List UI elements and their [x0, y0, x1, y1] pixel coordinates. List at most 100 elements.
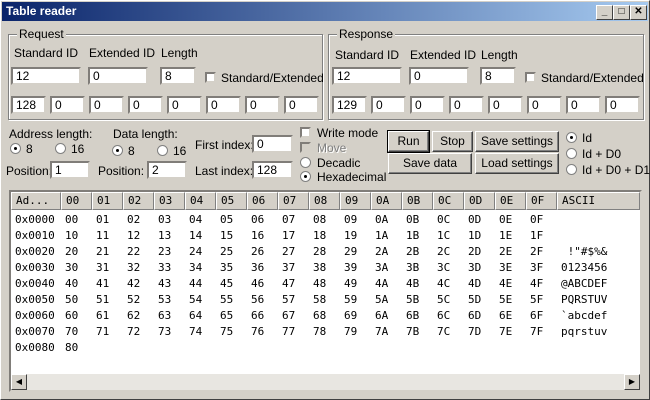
table-cell[interactable]: 07	[278, 212, 295, 228]
row-address-cell[interactable]: 0x0070	[11, 324, 55, 340]
save-settings-button[interactable]: Save settings	[475, 131, 559, 152]
table-cell[interactable]: 55	[216, 292, 233, 308]
column-header-4[interactable]: 03	[154, 192, 185, 210]
table-cell[interactable]: 34	[185, 260, 202, 276]
row-ascii-cell[interactable]: @ABCDEF	[557, 276, 607, 292]
request-byte-7[interactable]: 0	[284, 96, 319, 114]
table-cell[interactable]: 4B	[402, 276, 419, 292]
table-cell[interactable]: 43	[154, 276, 171, 292]
response-standard-id-input[interactable]: 12	[332, 67, 402, 85]
table-cell[interactable]: 5F	[526, 292, 543, 308]
table-cell[interactable]: 35	[216, 260, 233, 276]
table-cell[interactable]: 76	[247, 324, 264, 340]
scroll-left-icon[interactable]: ◀	[11, 374, 27, 390]
response-byte-4[interactable]: 0	[488, 96, 523, 114]
table-cell[interactable]: 1B	[402, 228, 419, 244]
table-cell[interactable]: 33	[154, 260, 171, 276]
table-cell[interactable]: 04	[185, 212, 202, 228]
table-cell[interactable]: 13	[154, 228, 171, 244]
position-1-input[interactable]: 1	[50, 161, 90, 179]
column-header-2[interactable]: 01	[92, 192, 123, 210]
row-ascii-cell[interactable]: 0123456	[557, 260, 607, 276]
request-byte-5[interactable]: 0	[206, 96, 241, 114]
row-address-cell[interactable]: 0x0080	[11, 340, 55, 356]
data-table[interactable]: ◀ ▶ Ad... 00 01 02 03 04 05 06 07 08 09 0A 0B 0C 0D 0E 0…	[9, 190, 642, 392]
response-byte-0[interactable]: 129	[332, 96, 367, 114]
column-header-9[interactable]: 08	[309, 192, 340, 210]
table-cell[interactable]: 18	[309, 228, 326, 244]
table-cell[interactable]: 71	[92, 324, 109, 340]
table-cell[interactable]: 2E	[495, 244, 512, 260]
table-cell[interactable]: 1A	[371, 228, 388, 244]
table-cell[interactable]: 1C	[433, 228, 450, 244]
table-cell[interactable]: 08	[309, 212, 326, 228]
column-header-15[interactable]: 0E	[495, 192, 526, 210]
table-cell[interactable]: 80	[61, 340, 78, 356]
table-cell[interactable]: 4A	[371, 276, 388, 292]
table-cell[interactable]: 05	[216, 212, 233, 228]
table-cell[interactable]: 70	[61, 324, 78, 340]
table-cell[interactable]: 22	[123, 244, 140, 260]
row-ascii-cell[interactable]: !"#$%&	[557, 244, 608, 260]
table-cell[interactable]: 5A	[371, 292, 388, 308]
table-cell[interactable]: 02	[123, 212, 140, 228]
table-cell[interactable]: 37	[278, 260, 295, 276]
response-byte-2[interactable]: 0	[410, 96, 445, 114]
table-cell[interactable]: 0A	[371, 212, 388, 228]
table-cell[interactable]: 64	[185, 308, 202, 324]
response-extended-id-input[interactable]: 0	[409, 67, 469, 85]
table-cell[interactable]: 49	[340, 276, 357, 292]
table-cell[interactable]: 16	[247, 228, 264, 244]
table-cell[interactable]: 62	[123, 308, 140, 324]
response-length-input[interactable]: 8	[480, 67, 516, 85]
table-cell[interactable]: 68	[309, 308, 326, 324]
table-cell[interactable]: 5C	[433, 292, 450, 308]
request-standard-id-input[interactable]: 12	[11, 67, 81, 85]
column-header-17[interactable]: ASCII	[557, 192, 640, 210]
response-standard-extended-checkbox[interactable]	[525, 72, 536, 83]
table-cell[interactable]: 57	[278, 292, 295, 308]
write-mode-checkbox[interactable]	[300, 127, 311, 138]
response-byte-5[interactable]: 0	[527, 96, 562, 114]
request-byte-6[interactable]: 0	[245, 96, 280, 114]
table-cell[interactable]: 27	[278, 244, 295, 260]
table-cell[interactable]: 6B	[402, 308, 419, 324]
table-cell[interactable]: 6D	[464, 308, 481, 324]
table-cell[interactable]: 47	[278, 276, 295, 292]
column-header-8[interactable]: 07	[278, 192, 309, 210]
table-cell[interactable]: 28	[309, 244, 326, 260]
scroll-right-icon[interactable]: ▶	[624, 374, 640, 390]
table-cell[interactable]: 4E	[495, 276, 512, 292]
table-cell[interactable]: 15	[216, 228, 233, 244]
table-cell[interactable]: 12	[123, 228, 140, 244]
request-extended-id-input[interactable]: 0	[88, 67, 148, 85]
table-cell[interactable]: 67	[278, 308, 295, 324]
table-cell[interactable]: 66	[247, 308, 264, 324]
table-cell[interactable]: 06	[247, 212, 264, 228]
data-length-16-radio[interactable]	[157, 145, 168, 156]
row-address-cell[interactable]: 0x0020	[11, 244, 55, 260]
table-cell[interactable]: 7A	[371, 324, 388, 340]
table-cell[interactable]: 2C	[433, 244, 450, 260]
request-byte-4[interactable]: 0	[167, 96, 202, 114]
table-cell[interactable]: 44	[185, 276, 202, 292]
table-cell[interactable]: 24	[185, 244, 202, 260]
table-cell[interactable]: 20	[61, 244, 78, 260]
table-cell[interactable]: 1D	[464, 228, 481, 244]
column-header-0[interactable]: Ad...	[11, 192, 61, 210]
table-cell[interactable]: 2A	[371, 244, 388, 260]
row-address-cell[interactable]: 0x0010	[11, 228, 55, 244]
response-byte-6[interactable]: 0	[566, 96, 601, 114]
table-cell[interactable]: 79	[340, 324, 357, 340]
table-cell[interactable]: 23	[154, 244, 171, 260]
row-address-cell[interactable]: 0x0030	[11, 260, 55, 276]
request-standard-extended-checkbox[interactable]	[205, 72, 216, 83]
table-cell[interactable]: 4D	[464, 276, 481, 292]
table-cell[interactable]: 54	[185, 292, 202, 308]
table-cell[interactable]: 59	[340, 292, 357, 308]
table-cell[interactable]: 53	[154, 292, 171, 308]
table-cell[interactable]: 2B	[402, 244, 419, 260]
decadic-radio[interactable]	[300, 157, 311, 168]
column-header-1[interactable]: 00	[61, 192, 92, 210]
table-cell[interactable]: 3A	[371, 260, 388, 276]
